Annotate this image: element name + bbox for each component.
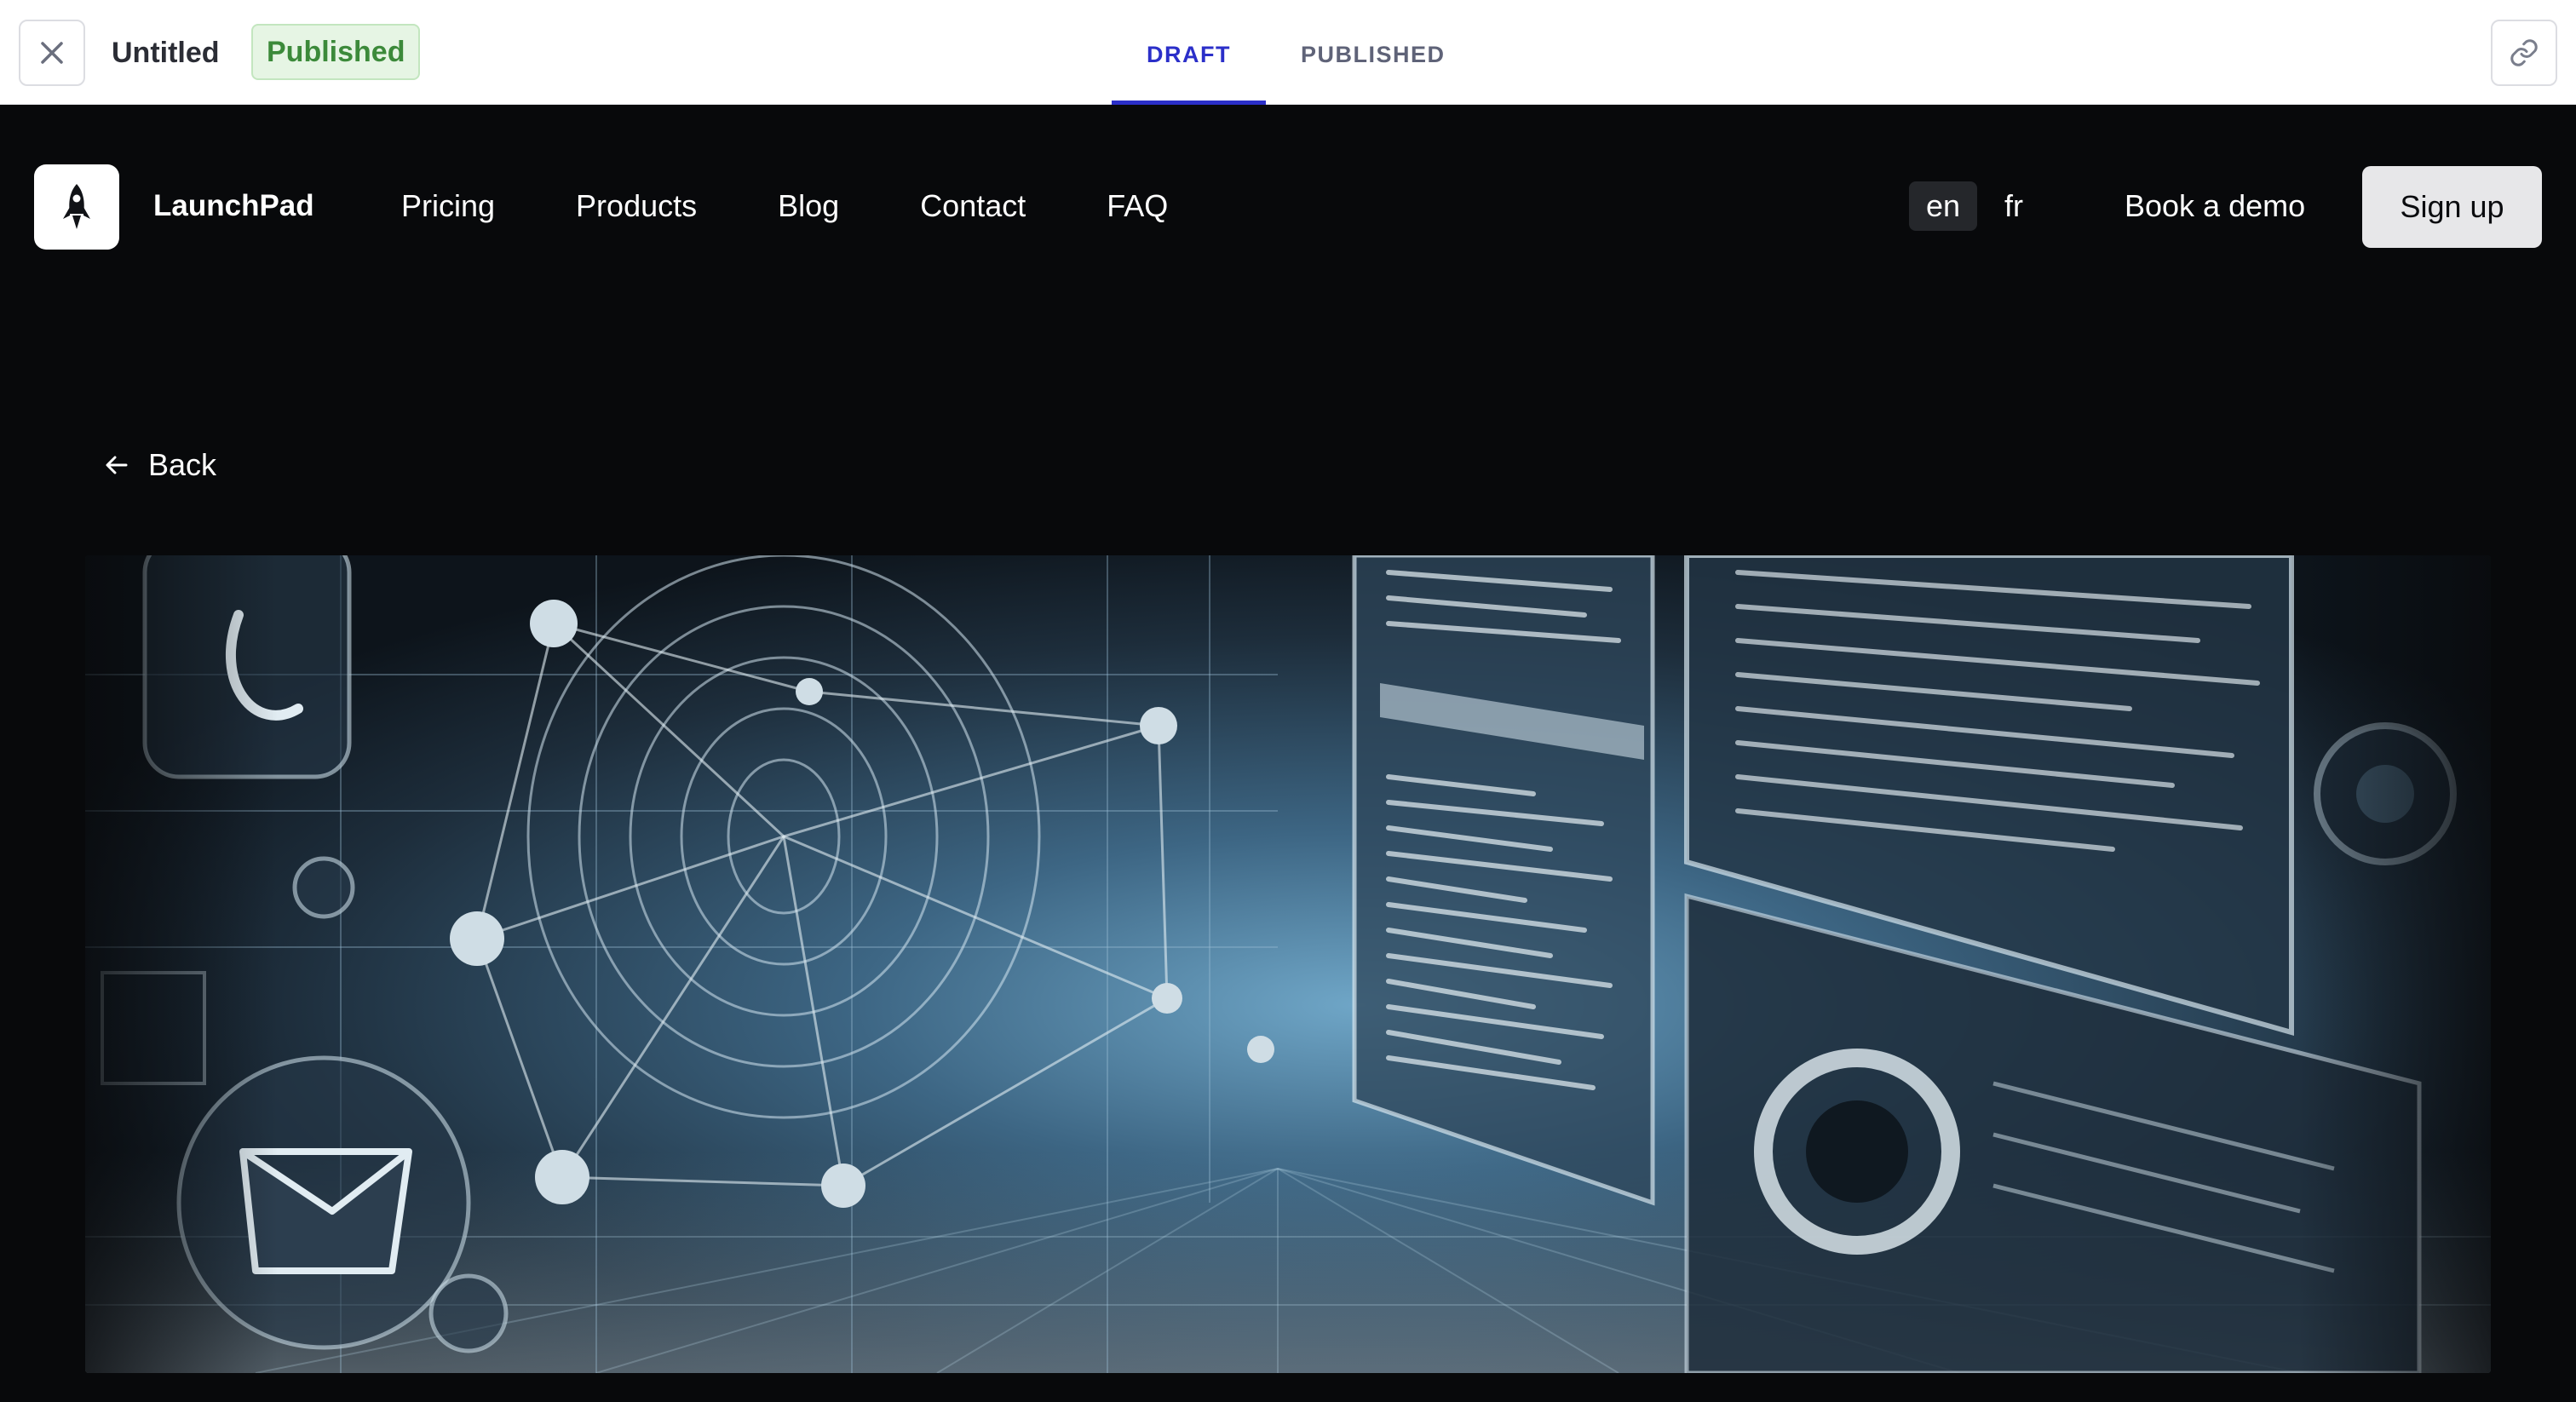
editor-toolbar: Untitled Published DRAFT PUBLISHED (0, 0, 2576, 105)
tab-draft[interactable]: DRAFT (1112, 0, 1266, 105)
mode-tabs: DRAFT PUBLISHED (1112, 0, 1481, 105)
document-title[interactable]: Untitled (112, 34, 220, 72)
logo[interactable] (34, 164, 119, 250)
site-preview: LaunchPad Pricing Products Blog Contact … (0, 105, 2576, 1402)
close-icon (41, 42, 63, 64)
nav-contact[interactable]: Contact (920, 187, 1026, 226)
nav-blog[interactable]: Blog (778, 187, 839, 226)
brand-name[interactable]: LaunchPad (153, 187, 314, 226)
site-header: LaunchPad Pricing Products Blog Contact … (0, 105, 2576, 309)
tab-published[interactable]: PUBLISHED (1266, 0, 1481, 105)
nav-faq[interactable]: FAQ (1107, 187, 1168, 226)
hero-image (85, 555, 2491, 1373)
arrow-left-icon (106, 456, 128, 474)
lang-fr[interactable]: fr (1987, 181, 2040, 231)
status-badge: Published (251, 24, 421, 80)
sign-up-button[interactable]: Sign up (2362, 166, 2542, 248)
nav-pricing[interactable]: Pricing (401, 187, 495, 226)
close-button[interactable] (19, 20, 85, 86)
back-label: Back (148, 447, 217, 482)
copy-link-button[interactable] (2491, 20, 2557, 86)
rocket-icon (63, 184, 90, 229)
book-demo-link[interactable]: Book a demo (2125, 187, 2305, 226)
link-icon (2510, 39, 2538, 66)
lang-en[interactable]: en (1909, 181, 1978, 231)
back-link[interactable]: Back (104, 445, 216, 485)
nav-products[interactable]: Products (576, 187, 697, 226)
language-switcher: en fr (1909, 181, 2040, 231)
main-nav: Pricing Products Blog Contact FAQ (401, 187, 1249, 226)
